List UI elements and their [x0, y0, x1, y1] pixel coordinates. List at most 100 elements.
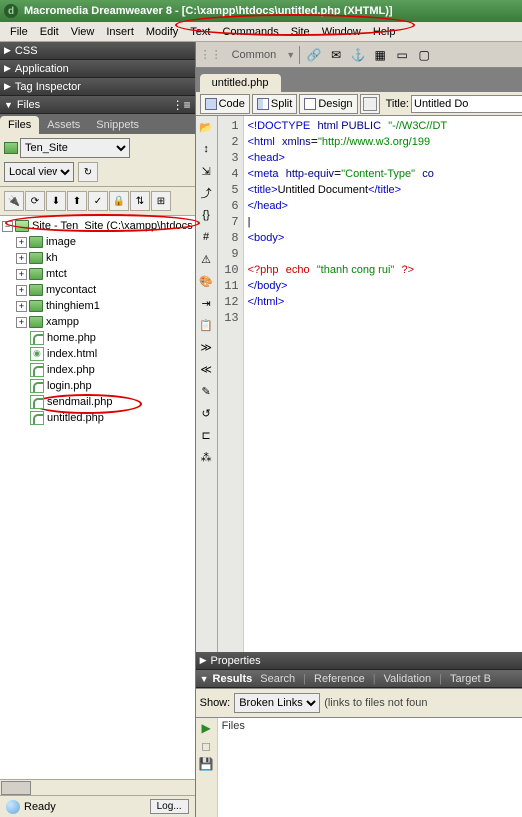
refresh-button[interactable]: ⟳ — [25, 191, 45, 211]
div-icon[interactable]: ▢ — [414, 45, 434, 65]
indent-icon[interactable]: ≫ — [197, 338, 215, 356]
recent-snippet-icon[interactable]: ↺ — [197, 404, 215, 422]
menu-file[interactable]: File — [4, 26, 34, 38]
tab-snippets[interactable]: Snippets — [88, 116, 147, 134]
menu-help[interactable]: Help — [367, 26, 402, 38]
document-tab[interactable]: untitled.php — [200, 74, 281, 92]
split-view-button[interactable]: Split — [252, 94, 297, 114]
panel-properties-header[interactable]: ▶ Properties — [196, 652, 522, 670]
tree-folder[interactable]: +mycontact — [2, 282, 193, 298]
grip-icon[interactable]: ⋮⋮ — [200, 48, 222, 61]
menu-insert[interactable]: Insert — [100, 26, 140, 38]
tree-folder[interactable]: +thinghiem1 — [2, 298, 193, 314]
play-icon[interactable]: ▶ — [198, 720, 214, 736]
stop-icon[interactable]: ◻ — [198, 738, 214, 754]
highlight-invalid-icon[interactable]: ⚠ — [197, 250, 215, 268]
tree-file[interactable]: sendmail.php — [2, 394, 193, 410]
get-button[interactable]: ⬇ — [46, 191, 66, 211]
tree-file[interactable]: home.php — [2, 330, 193, 346]
tree-folder[interactable]: +xampp — [2, 314, 193, 330]
panel-files-header[interactable]: ▼ Files ⋮≡ — [0, 96, 195, 114]
refresh-button[interactable]: ↻ — [78, 162, 98, 182]
tree-toggle-icon[interactable]: + — [16, 301, 27, 312]
tree-file[interactable]: index.html — [2, 346, 193, 362]
file-tree[interactable]: − Site - Ten_Site (C:\xampp\htdocs +imag… — [0, 216, 195, 779]
view-select[interactable]: Local view — [4, 162, 74, 182]
menu-edit[interactable]: Edit — [34, 26, 65, 38]
panel-application-header[interactable]: ▶ Application — [0, 60, 195, 78]
scroll-thumb[interactable] — [1, 781, 31, 795]
code-text-area[interactable]: <!DOCTYPE html PUBLIC "-//W3C//DT <html … — [244, 116, 522, 652]
results-column-header[interactable]: Files — [222, 720, 522, 732]
document-area: ⋮⋮ Common ▼ 🔗 ✉ ⚓ ▦ ▭ ▢ untitled.php Cod… — [196, 42, 522, 817]
panel-css-header[interactable]: ▶ CSS — [0, 42, 195, 60]
expand-all-icon[interactable]: ⇲ — [197, 162, 215, 180]
design-view-button[interactable]: Design — [299, 94, 357, 114]
tree-toggle-icon[interactable]: + — [16, 317, 27, 328]
tree-toggle-icon[interactable]: + — [16, 237, 27, 248]
menu-commands[interactable]: Commands — [216, 26, 284, 38]
select-parent-icon[interactable]: ⤴ — [197, 184, 215, 202]
code-view-button[interactable]: Code — [200, 94, 250, 114]
tree-folder[interactable]: +image — [2, 234, 193, 250]
panel-results-header[interactable]: ▼ Results Search | Reference | Validatio… — [196, 670, 522, 688]
document-title-input[interactable] — [411, 95, 522, 113]
tree-folder[interactable]: +kh — [2, 250, 193, 266]
image-icon[interactable]: ▭ — [392, 45, 412, 65]
tree-root[interactable]: − Site - Ten_Site (C:\xampp\htdocs — [2, 218, 193, 234]
syntax-coloring-icon[interactable]: 🎨 — [197, 272, 215, 290]
tree-file[interactable]: untitled.php — [2, 410, 193, 426]
expand-button[interactable]: ⊞ — [151, 191, 171, 211]
folder-icon — [29, 252, 43, 264]
auto-indent-icon[interactable]: ⇥ — [197, 294, 215, 312]
format-icon[interactable]: ✎ — [197, 382, 215, 400]
sync-button[interactable]: ⇅ — [130, 191, 150, 211]
tab-search[interactable]: Search — [252, 671, 303, 687]
tab-target[interactable]: Target B — [442, 671, 499, 687]
horizontal-scrollbar[interactable] — [0, 779, 195, 795]
server-debug-button[interactable] — [360, 94, 380, 114]
tree-toggle-icon[interactable]: + — [16, 253, 27, 264]
tree-file-label: untitled.php — [47, 412, 104, 424]
put-button[interactable]: ⬆ — [67, 191, 87, 211]
snippets-icon[interactable]: 📋 — [197, 316, 215, 334]
log-button[interactable]: Log... — [150, 799, 189, 814]
view-toolbar: Code Split Design Title: — [196, 92, 522, 116]
checkout-button[interactable]: ✓ — [88, 191, 108, 211]
collapse-icon[interactable]: ↕ — [197, 140, 215, 158]
tab-reference[interactable]: Reference — [306, 671, 373, 687]
connect-button[interactable]: 🔌 — [4, 191, 24, 211]
anchor-icon[interactable]: ⚓ — [348, 45, 368, 65]
email-icon[interactable]: ✉ — [326, 45, 346, 65]
save-icon[interactable]: 💾 — [198, 756, 214, 772]
menu-text[interactable]: Text — [184, 26, 216, 38]
dropdown-arrow-icon[interactable]: ▼ — [286, 50, 295, 60]
site-select[interactable]: Ten_Site — [20, 138, 130, 158]
wrap-tag-icon[interactable]: ⊏ — [197, 426, 215, 444]
panel-options-icon[interactable]: ⋮≡ — [172, 98, 191, 112]
checkin-button[interactable]: 🔒 — [109, 191, 129, 211]
tree-folder[interactable]: +mtct — [2, 266, 193, 282]
tree-file[interactable]: index.php — [2, 362, 193, 378]
show-select[interactable]: Broken Links — [234, 693, 320, 713]
insert-category[interactable]: Common — [224, 49, 285, 61]
tab-files[interactable]: Files — [0, 116, 39, 134]
tab-assets[interactable]: Assets — [39, 116, 88, 134]
menu-site[interactable]: Site — [285, 26, 316, 38]
open-docs-icon[interactable]: 📂 — [197, 118, 215, 136]
hyperlink-icon[interactable]: 🔗 — [304, 45, 324, 65]
menu-window[interactable]: Window — [316, 26, 367, 38]
comment-icon[interactable]: ⁂ — [197, 448, 215, 466]
line-numbers-icon[interactable]: # — [197, 228, 215, 246]
table-icon[interactable]: ▦ — [370, 45, 390, 65]
balance-braces-icon[interactable]: {} — [197, 206, 215, 224]
tab-validation[interactable]: Validation — [376, 671, 440, 687]
tree-file[interactable]: login.php — [2, 378, 193, 394]
outdent-icon[interactable]: ≪ — [197, 360, 215, 378]
panel-tag-inspector-header[interactable]: ▶ Tag Inspector — [0, 78, 195, 96]
menu-view[interactable]: View — [65, 26, 101, 38]
tree-toggle-icon[interactable]: + — [16, 285, 27, 296]
tree-toggle-icon[interactable]: − — [2, 221, 13, 232]
menu-modify[interactable]: Modify — [140, 26, 184, 38]
tree-toggle-icon[interactable]: + — [16, 269, 27, 280]
